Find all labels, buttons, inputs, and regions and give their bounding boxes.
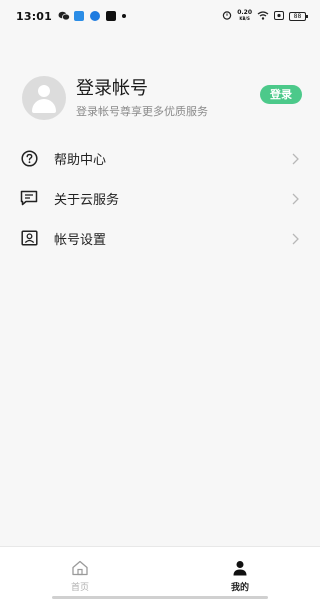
battery-indicator: 88 — [289, 11, 308, 21]
menu-item-help-center[interactable]: 帮助中心 — [0, 138, 320, 178]
profile-header[interactable]: 登录帐号 登录帐号尊享更多优质服务 登录 — [22, 76, 302, 120]
login-button[interactable]: 登录 — [260, 84, 302, 104]
profile-subtitle: 登录帐号尊享更多优质服务 — [76, 104, 208, 118]
chevron-right-icon — [290, 151, 300, 165]
chevron-right-icon — [290, 231, 300, 245]
tab-home[interactable]: 首页 — [0, 547, 160, 600]
tiktok-icon — [106, 11, 117, 21]
bottom-tab-bar: 首页 我的 — [0, 546, 320, 600]
wechat-icon — [58, 11, 71, 21]
screen-record-icon — [274, 10, 284, 23]
net-speed: 0.20 KB/S — [237, 9, 252, 22]
person-icon — [231, 560, 249, 576]
chevron-right-icon — [290, 191, 300, 205]
menu-item-about-cloud-service[interactable]: 关于云服务 — [0, 178, 320, 218]
menu-label: 帐号设置 — [54, 232, 107, 248]
alarm-icon — [222, 10, 232, 23]
status-time: 13:01 — [16, 9, 53, 23]
tab-mine[interactable]: 我的 — [160, 547, 320, 600]
avatar[interactable] — [22, 76, 66, 120]
more-notifications-dot — [122, 14, 127, 18]
menu-item-account-settings[interactable]: 帐号设置 — [0, 218, 320, 258]
tv-app-icon — [90, 11, 101, 21]
account-settings-icon — [20, 229, 38, 247]
help-icon — [20, 149, 38, 167]
message-icon — [20, 189, 38, 207]
menu-label: 关于云服务 — [54, 192, 120, 208]
settings-menu: 帮助中心 关于云服务 帐号设置 — [0, 138, 320, 258]
profile-name: 登录帐号 — [76, 77, 148, 99]
mail-app-icon — [74, 11, 85, 21]
status-bar: 13:01 0.20 KB/S 88 — [0, 0, 320, 32]
home-icon — [71, 560, 89, 576]
tab-label: 我的 — [230, 583, 249, 593]
home-indicator[interactable] — [52, 596, 268, 599]
menu-label: 帮助中心 — [54, 152, 107, 168]
wifi-icon — [257, 10, 269, 23]
tab-label: 首页 — [70, 583, 89, 593]
